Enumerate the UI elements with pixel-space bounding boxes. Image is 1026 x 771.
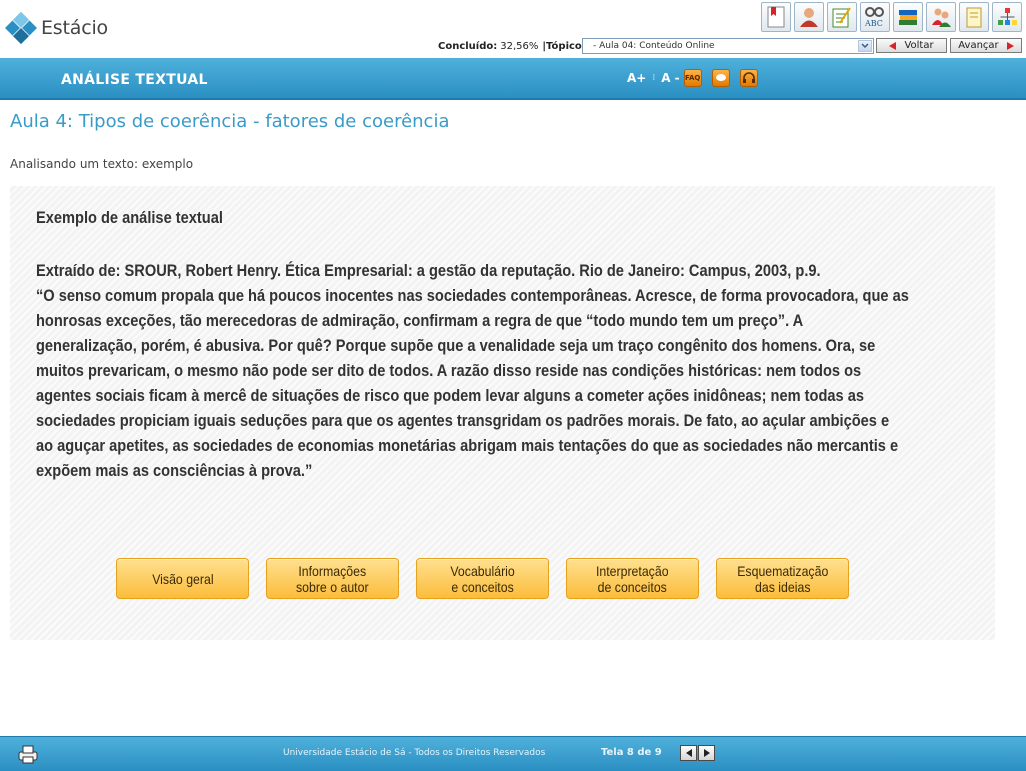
spellcheck-icon[interactable]: ABC xyxy=(860,2,890,32)
accessibility-tools: A+ ⁞ A - FAQ xyxy=(627,69,758,87)
next-button-label: Avançar xyxy=(958,40,999,51)
back-button-label: Voltar xyxy=(904,40,934,51)
faq-label: FAQ xyxy=(684,74,701,82)
topic-selected-value: - Aula 04: Conteúdo Online xyxy=(593,41,715,51)
next-button[interactable]: Avançar xyxy=(950,38,1022,53)
topic-select[interactable]: - Aula 04: Conteúdo Online xyxy=(582,38,874,54)
vocabulary-label-line2: e conceitos xyxy=(451,578,514,595)
faq-icon[interactable]: FAQ xyxy=(683,69,702,87)
author-info-button[interactable]: Informações sobre o autor xyxy=(266,558,399,599)
next-screen-button[interactable] xyxy=(698,745,715,761)
headphones-icon[interactable] xyxy=(739,69,758,87)
author-info-label-line1: Informações xyxy=(298,562,367,579)
logo-text: Estácio xyxy=(41,17,108,39)
font-increase-button[interactable]: A+ xyxy=(627,71,646,85)
copyright-text: Universidade Estácio de Sá - Todos os Di… xyxy=(283,748,546,758)
notes-icon[interactable] xyxy=(959,2,989,32)
text-line: expõem mais as consciências à prova.” xyxy=(36,461,313,480)
interpretation-label-line2: de conceitos xyxy=(597,578,668,595)
panel-heading: Exemplo de análise textual xyxy=(36,208,223,227)
text-line: agentes sociais ficam à mercê de situaçõ… xyxy=(36,386,864,405)
screen-counter: Tela 8 de 9 xyxy=(601,747,662,758)
section-title: ANÁLISE TEXTUAL xyxy=(61,72,208,88)
panel-body-text: Extraído de: SROUR, Robert Henry. Ética … xyxy=(36,258,943,483)
arrow-left-icon xyxy=(685,749,692,757)
topic-buttons: Visão geral Informações sobre o autor Vo… xyxy=(116,558,849,599)
bookmark-icon[interactable] xyxy=(761,2,791,32)
progress-label: Concluído: xyxy=(438,40,498,52)
chevron-down-icon[interactable] xyxy=(858,40,872,52)
previous-screen-button[interactable] xyxy=(680,745,697,761)
overview-button-label: Visão geral xyxy=(151,570,214,587)
interpretation-button[interactable]: Interpretação de conceitos xyxy=(566,558,699,599)
vocabulary-label-line1: Vocabulário xyxy=(450,562,515,579)
svg-text:ABC: ABC xyxy=(864,19,883,28)
arrow-right-icon xyxy=(703,749,710,757)
divider: ⁞ xyxy=(652,73,656,83)
pager xyxy=(680,745,715,761)
arrow-right-icon xyxy=(1006,41,1014,50)
arrow-left-icon xyxy=(889,41,897,50)
progress-value: 32,56% xyxy=(500,40,539,52)
text-line: Extraído de: SROUR, Robert Henry. Ética … xyxy=(36,261,821,280)
chat-icon[interactable] xyxy=(711,69,730,87)
text-line: generalização, porém, é abusiva. Por quê… xyxy=(36,336,876,355)
vocabulary-button[interactable]: Vocabulário e conceitos xyxy=(416,558,549,599)
print-icon[interactable] xyxy=(17,744,39,764)
content-panel: Exemplo de análise textual Extraído de: … xyxy=(10,186,995,640)
overview-button[interactable]: Visão geral xyxy=(116,558,249,599)
text-line: “O senso comum propala que há poucos ino… xyxy=(36,286,909,305)
progress-row: Concluído: 32,56% |Tópico xyxy=(438,38,582,54)
font-decrease-button[interactable]: A - xyxy=(661,71,679,85)
footer: Universidade Estácio de Sá - Todos os Di… xyxy=(0,736,1026,771)
lesson-title: Aula 4: Tipos de coerência - fatores de … xyxy=(10,111,450,132)
profile-icon[interactable] xyxy=(794,2,824,32)
schematization-button[interactable]: Esquematização das ideias xyxy=(716,558,849,599)
top-header: Estácio ABC Concluído: 32,56% |Tópico - … xyxy=(0,0,1026,58)
author-info-label-line2: sobre o autor xyxy=(296,578,369,595)
text-line: ao aguçar apetites, as sociedades de eco… xyxy=(36,436,899,455)
schematization-label-line1: Esquematização xyxy=(736,562,829,579)
lesson-subtitle: Analisando um texto: exemplo xyxy=(10,157,194,171)
estacio-logo[interactable]: Estácio xyxy=(4,10,108,46)
schematization-label-line2: das ideias xyxy=(754,578,811,595)
section-bar: ANÁLISE TEXTUAL A+ ⁞ A - FAQ xyxy=(0,58,1026,100)
toolbar: ABC xyxy=(761,2,1022,32)
users-icon[interactable] xyxy=(926,2,956,32)
topic-label: |Tópico xyxy=(542,40,582,52)
interpretation-label-line1: Interpretação xyxy=(596,562,669,579)
back-button[interactable]: Voltar xyxy=(876,38,947,53)
tree-icon[interactable] xyxy=(992,2,1022,32)
notepad-icon[interactable] xyxy=(827,2,857,32)
text-line: muitos prevaricam, o mesmo não pode ser … xyxy=(36,361,862,380)
logo-diamond-icon xyxy=(5,12,37,44)
library-icon[interactable] xyxy=(893,2,923,32)
text-line: sociedades propiciam iguais seduções par… xyxy=(36,411,890,430)
text-line: honrosas exceções, tão merecedoras de ad… xyxy=(36,311,804,330)
